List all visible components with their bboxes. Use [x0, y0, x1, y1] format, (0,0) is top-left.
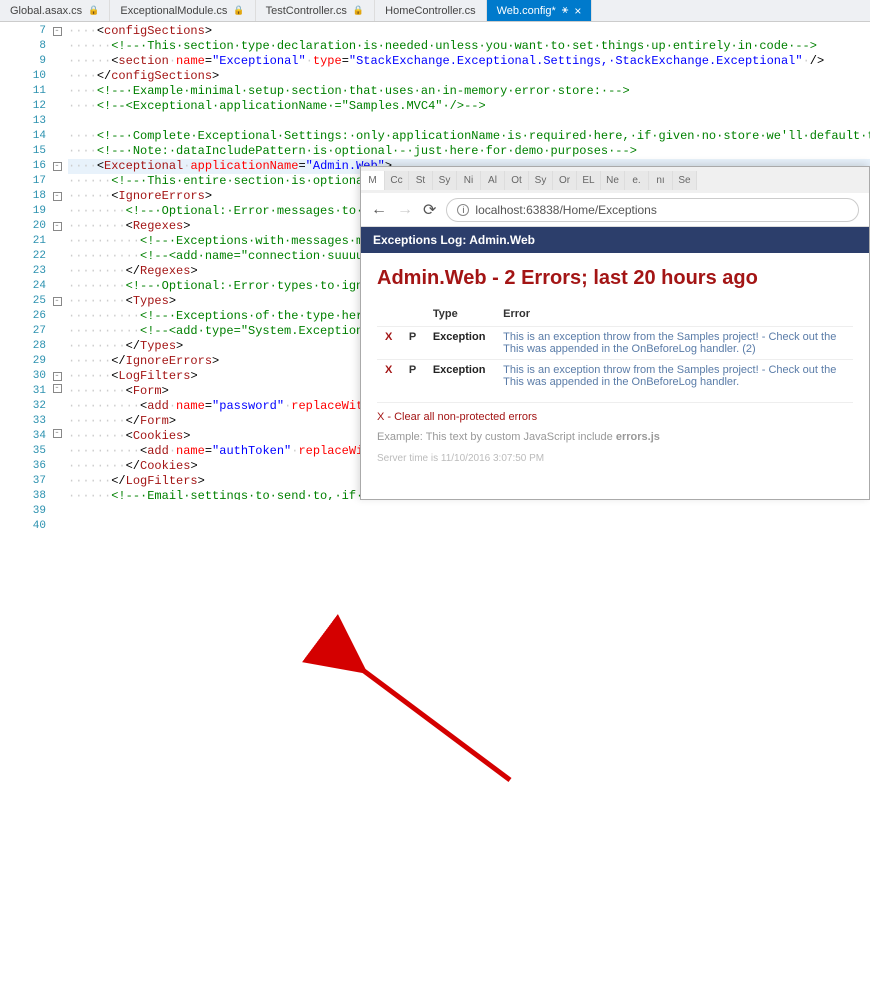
delete-action[interactable]: X	[377, 327, 401, 360]
delete-action[interactable]: X	[377, 360, 401, 393]
browser-tab[interactable]: Se	[673, 171, 697, 190]
code-line[interactable]: ······<section·name="Exceptional"·type="…	[68, 54, 870, 69]
annotation-arrow	[0, 500, 870, 1000]
tab-exceptional-module[interactable]: ExceptionalModule.cs🔒	[110, 0, 255, 21]
browser-tab[interactable]: Or	[553, 171, 577, 190]
back-button[interactable]: ←	[371, 201, 387, 219]
close-icon[interactable]: ×	[574, 4, 581, 18]
lock-icon: 🔒	[353, 5, 364, 16]
fold-gutter: - - - - - - - -	[50, 22, 64, 500]
browser-window: MCcStSyNiAlOtSyOrELNee.nıSe ← → ⟳ i loca…	[360, 166, 870, 500]
lock-icon: 🔒	[88, 5, 99, 16]
protect-action[interactable]: P	[401, 327, 425, 360]
example-text: Example: This text by custom JavaScript …	[377, 431, 853, 443]
browser-tab[interactable]: e.	[625, 171, 649, 190]
protect-action[interactable]: P	[401, 360, 425, 393]
info-icon: i	[457, 204, 469, 216]
error-type: Exception	[425, 327, 495, 360]
lock-icon: 🔒	[233, 5, 244, 16]
browser-tab[interactable]: Al	[481, 171, 505, 190]
exceptions-title: Admin.Web - 2 Errors; last 20 hours ago	[377, 267, 853, 290]
browser-tab[interactable]: Ot	[505, 171, 529, 190]
error-type: Exception	[425, 360, 495, 393]
col-x	[377, 304, 401, 327]
browser-tab[interactable]: Sy	[433, 171, 457, 190]
browser-tab[interactable]: EL	[577, 171, 601, 190]
browser-tab[interactable]: St	[409, 171, 433, 190]
browser-tab[interactable]: Sy	[529, 171, 553, 190]
browser-tab[interactable]: Ne	[601, 171, 625, 190]
clear-errors-link[interactable]: X - Clear all non-protected errors	[377, 402, 853, 423]
col-error: Error	[495, 304, 853, 327]
browser-tab[interactable]: M	[361, 171, 385, 190]
tab-test-controller[interactable]: TestController.cs🔒	[256, 0, 376, 21]
tab-web-config[interactable]: Web.config*⚹×	[487, 0, 593, 21]
code-line[interactable]: ····<configSections>	[68, 24, 870, 39]
col-type: Type	[425, 304, 495, 327]
code-line[interactable]: ······<!--·This·section·type·declaration…	[68, 39, 870, 54]
fold-toggle[interactable]: -	[53, 429, 62, 438]
code-line[interactable]: ····<!--·Complete·Exceptional·Settings:·…	[68, 129, 870, 144]
exceptions-body: Admin.Web - 2 Errors; last 20 hours ago …	[361, 253, 869, 478]
server-time: Server time is 11/10/2016 3:07:50 PM	[377, 453, 853, 464]
fold-toggle[interactable]: -	[53, 297, 62, 306]
code-line[interactable]	[68, 114, 870, 129]
code-line[interactable]: ····<!--·Example·minimal·setup·section·t…	[68, 84, 870, 99]
error-message[interactable]: This is an exception throw from the Samp…	[495, 360, 853, 393]
browser-tab[interactable]: Ni	[457, 171, 481, 190]
tab-global-asax[interactable]: Global.asax.cs🔒	[0, 0, 110, 21]
reload-button[interactable]: ⟳	[423, 200, 436, 220]
line-number-gutter: 7891011121314151617181920212223242526272…	[0, 22, 50, 500]
document-tabs: Global.asax.cs🔒 ExceptionalModule.cs🔒 Te…	[0, 0, 870, 22]
table-row[interactable]: X P Exception This is an exception throw…	[377, 327, 853, 360]
forward-button[interactable]: →	[397, 201, 413, 219]
fold-toggle[interactable]: -	[53, 162, 62, 171]
fold-toggle[interactable]: -	[53, 372, 62, 381]
address-text: localhost:63838/Home/Exceptions	[475, 203, 656, 217]
browser-tabs: MCcStSyNiAlOtSyOrELNee.nıSe	[361, 167, 869, 193]
error-message[interactable]: This is an exception throw from the Samp…	[495, 327, 853, 360]
fold-toggle[interactable]: -	[53, 384, 62, 393]
col-p	[401, 304, 425, 327]
exceptions-table: Type Error X P Exception This is an exce…	[377, 304, 853, 392]
exceptions-header: Exceptions Log: Admin.Web	[361, 227, 869, 253]
browser-tab[interactable]: Cc	[385, 171, 409, 190]
code-line[interactable]: ····<!--<Exceptional·applicationName·="S…	[68, 99, 870, 114]
browser-address-bar: ← → ⟳ i localhost:63838/Home/Exceptions	[361, 193, 869, 227]
address-field[interactable]: i localhost:63838/Home/Exceptions	[446, 198, 859, 222]
fold-toggle[interactable]: -	[53, 192, 62, 201]
browser-tab[interactable]: nı	[649, 171, 673, 190]
code-line[interactable]: ····<!--·Note:·dataIncludePattern·is·opt…	[68, 144, 870, 159]
fold-toggle[interactable]: -	[53, 222, 62, 231]
code-line[interactable]: ····</configSections>	[68, 69, 870, 84]
tab-home-controller[interactable]: HomeController.cs	[375, 0, 486, 21]
table-row[interactable]: X P Exception This is an exception throw…	[377, 360, 853, 393]
fold-toggle[interactable]: -	[53, 27, 62, 36]
pin-icon: ⚹	[562, 4, 569, 17]
